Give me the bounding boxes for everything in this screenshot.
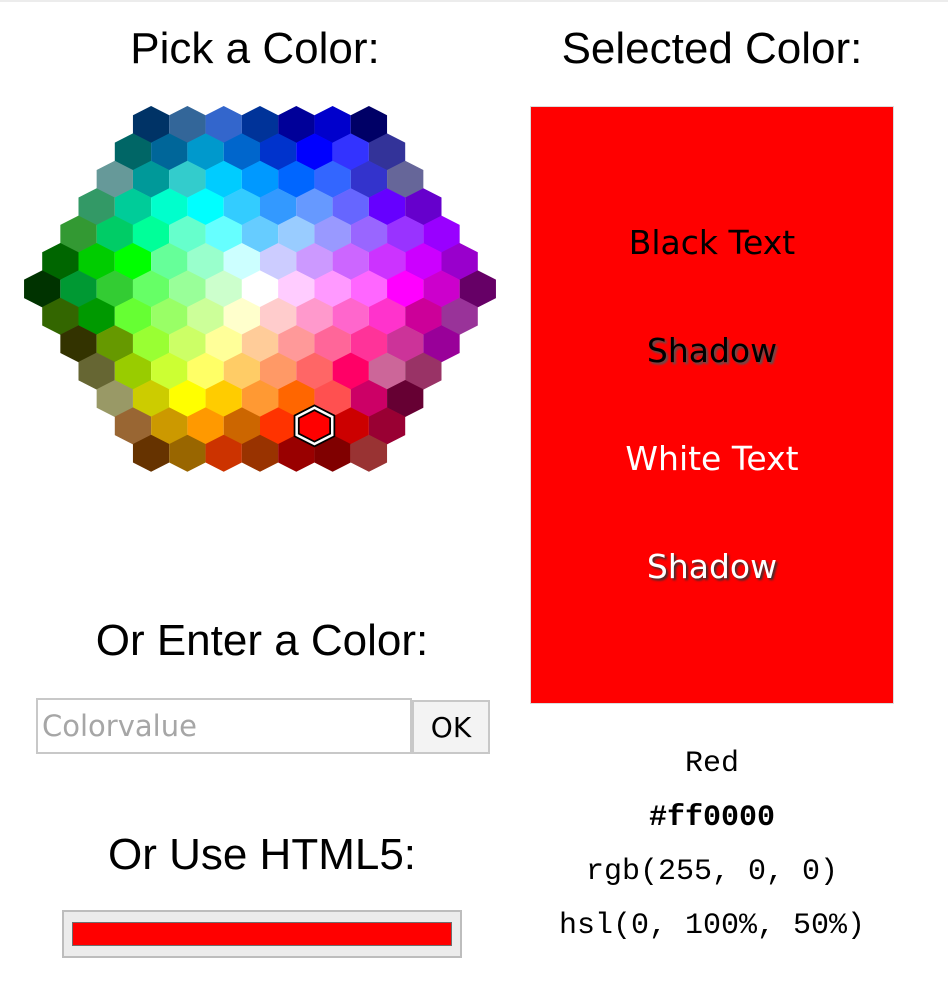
color-rgb-value: rgb(255, 0, 0) [585, 855, 839, 889]
black-text-sample: Black Text [628, 223, 796, 262]
selected-color-cell[interactable] [293, 404, 336, 448]
color-hexagon-picker[interactable] [0, 0, 520, 520]
html5-color-swatch [72, 922, 452, 946]
color-value-input[interactable] [36, 698, 412, 754]
selected-color-preview: Black Text Shadow White Text Shadow [530, 106, 894, 704]
selected-color-heading: Selected Color: [561, 24, 863, 73]
color-name: Red [684, 747, 739, 781]
black-shadow-text-sample: Shadow [646, 331, 778, 370]
white-text-sample: White Text [625, 439, 799, 478]
html5-color-heading: Or Use HTML5: [107, 830, 417, 879]
ok-button[interactable]: OK [412, 700, 490, 754]
html5-color-input[interactable] [62, 910, 462, 958]
enter-color-heading: Or Enter a Color: [95, 616, 429, 665]
color-hex-value: #ff0000 [648, 801, 776, 835]
white-shadow-text-sample: Shadow [646, 547, 778, 586]
color-hsl-value: hsl(0, 100%, 50%) [558, 909, 866, 943]
